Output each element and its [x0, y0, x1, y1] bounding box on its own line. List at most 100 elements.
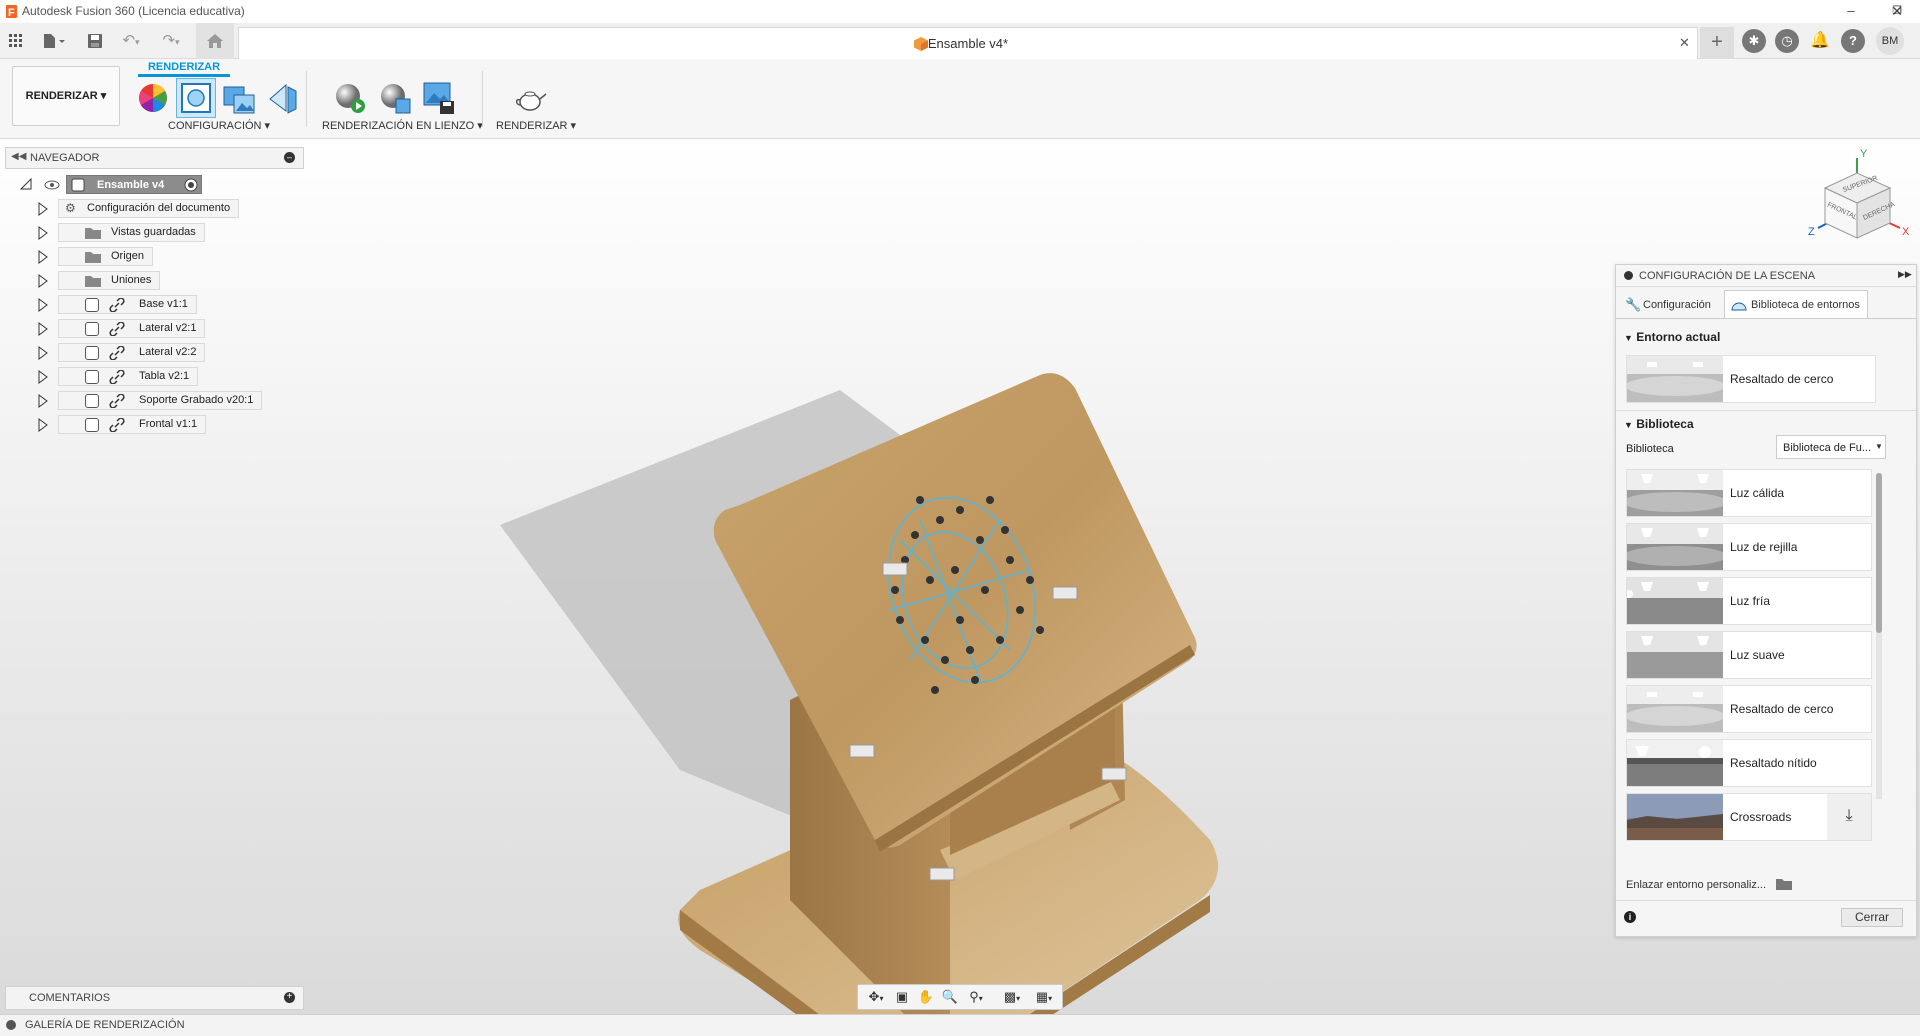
extensions-icon[interactable]: ✱ [1742, 29, 1766, 53]
tree-root-row[interactable]: Ensamble v4 [20, 175, 320, 195]
navigator-item-chip[interactable]: ⚙ Configuración del documento [58, 199, 240, 218]
tab-renderizar[interactable]: RENDERIZAR [138, 59, 230, 77]
pan-icon[interactable]: ✋ [916, 988, 936, 1006]
expand-triangle-icon[interactable] [38, 226, 48, 240]
in-canvas-render-icon[interactable] [333, 81, 367, 115]
root-chip[interactable]: Ensamble v4 [66, 175, 202, 194]
navigator-item-chip[interactable]: Frontal v1:1 [58, 415, 207, 434]
zoom-icon[interactable]: 🔍 [940, 988, 960, 1006]
navigator-minimize-icon[interactable]: – [284, 152, 295, 163]
navigator-item-chip[interactable]: Lateral v2:2 [58, 343, 206, 362]
navigator-panel-header[interactable]: ◀◀ NAVEGADOR – [5, 147, 304, 169]
navigator-item-chip[interactable]: Origen [58, 247, 154, 266]
navigator-item-chip[interactable]: Base v1:1 [58, 295, 197, 314]
help-icon[interactable]: ? [1841, 29, 1865, 53]
scrollbar-thumb[interactable] [1876, 473, 1882, 633]
navigator-item[interactable]: Origen [20, 247, 320, 267]
appearance-icon[interactable] [136, 81, 170, 115]
add-comment-icon[interactable]: + [284, 992, 295, 1003]
navigator-item[interactable]: Tabla v2:1 [20, 367, 320, 387]
current-env-section[interactable]: ▼ Entorno actual [1624, 330, 1720, 344]
gallery-toggle-icon[interactable] [6, 1020, 16, 1030]
navigator-item-chip[interactable]: Soporte Grabado v20:1 [58, 391, 263, 410]
texture-map-icon[interactable] [222, 81, 256, 115]
decal-icon[interactable] [266, 81, 300, 115]
navigator-item[interactable]: Uniones [20, 271, 320, 291]
link-custom-env[interactable]: Enlazar entorno personaliz... [1626, 879, 1766, 891]
navigator-item[interactable]: Base v1:1 [20, 295, 320, 315]
collapse-triangle-icon[interactable] [20, 178, 32, 190]
expand-triangle-icon[interactable] [38, 370, 48, 384]
info-icon[interactable]: i [1624, 911, 1636, 923]
group-label-configuracion[interactable]: CONFIGURACIÓN ▾ [168, 119, 270, 132]
navigator-item-chip[interactable]: Lateral v2:1 [58, 319, 206, 338]
expand-triangle-icon[interactable] [38, 418, 48, 432]
grid-apps-icon[interactable] [5, 30, 27, 52]
environment-list[interactable]: Luz cálida Luz de rejilla Luz fría Luz suav… [1616, 465, 1886, 841]
environment-item[interactable]: Resaltado nítido [1626, 739, 1872, 787]
navigator-item[interactable]: Lateral v2:2 [20, 343, 320, 363]
capture-image-icon[interactable] [422, 81, 456, 115]
workspace-switcher[interactable]: RENDERIZAR ▾ [12, 66, 120, 126]
environment-item[interactable]: Luz fría [1626, 577, 1872, 625]
in-canvas-settings-icon[interactable] [378, 81, 412, 115]
collapse-panel-icon[interactable]: ◀◀ [11, 151, 26, 162]
render-teapot-icon[interactable] [514, 81, 548, 115]
close-tab-icon[interactable]: ✕ [1679, 35, 1690, 51]
scene-minimize-icon[interactable] [1624, 271, 1633, 280]
file-menu-icon[interactable] [38, 30, 70, 52]
render-gallery-bar[interactable]: GALERÍA DE RENDERIZACIÓN [0, 1014, 1920, 1036]
activate-radio-icon[interactable] [184, 178, 198, 192]
expand-triangle-icon[interactable] [38, 322, 48, 336]
look-at-icon[interactable]: ▣ [892, 988, 912, 1006]
scene-settings-button[interactable] [176, 78, 216, 118]
download-icon[interactable]: ⤓ [1827, 794, 1871, 840]
display-settings-icon[interactable]: ▩▾ [998, 988, 1026, 1006]
save-icon[interactable] [84, 30, 106, 52]
navigator-item[interactable]: ⚙ Configuración del documento [20, 199, 320, 219]
redo-icon[interactable]: ↷▾ [156, 30, 186, 52]
grid-settings-icon[interactable]: ▦▾ [1030, 988, 1058, 1006]
navigator-item[interactable]: Lateral v2:1 [20, 319, 320, 339]
close-window-button[interactable]: ✕ [1874, 0, 1920, 23]
current-env-card[interactable]: Resaltado de cerco [1626, 355, 1876, 403]
env-list-scrollbar[interactable] [1876, 473, 1882, 799]
navigator-item-chip[interactable]: Vistas guardadas [58, 223, 205, 242]
expand-panel-icon[interactable]: ▶▶ [1898, 269, 1912, 280]
document-tab[interactable]: Ensamble v4* ✕ [238, 27, 1698, 59]
environment-item[interactable]: Resaltado de cerco [1626, 685, 1872, 733]
navigator-item-chip[interactable]: Uniones [58, 271, 161, 290]
expand-triangle-icon[interactable] [38, 250, 48, 264]
fit-icon[interactable]: ⚲▾ [962, 988, 990, 1006]
orbit-icon[interactable]: ✥▾ [862, 988, 890, 1006]
comments-panel[interactable]: COMENTARIOS + [5, 986, 304, 1010]
expand-triangle-icon[interactable] [38, 274, 48, 288]
environment-item[interactable]: Luz de rejilla [1626, 523, 1872, 571]
close-button[interactable]: Cerrar [1841, 908, 1903, 927]
home-button[interactable] [196, 23, 234, 59]
environment-item[interactable]: Crossroads ⤓ [1626, 793, 1872, 841]
tab-configuracion[interactable]: 🔧 Configuración [1621, 292, 1726, 318]
navigator-item[interactable]: Vistas guardadas [20, 223, 320, 243]
library-select[interactable]: Biblioteca de Fu... ▼ [1776, 435, 1886, 459]
notifications-icon[interactable]: 🔔 [1808, 29, 1832, 53]
user-avatar[interactable]: BM [1876, 27, 1904, 55]
navigator-item[interactable]: Soporte Grabado v20:1 [20, 391, 320, 411]
environment-item[interactable]: Luz cálida [1626, 469, 1872, 517]
tab-biblioteca-entornos[interactable]: Biblioteca de entornos [1724, 290, 1868, 318]
expand-triangle-icon[interactable] [38, 298, 48, 312]
expand-triangle-icon[interactable] [38, 202, 48, 216]
group-label-renderizacion-lienzo[interactable]: RENDERIZACIÓN EN LIENZO ▾ [322, 119, 483, 132]
library-section[interactable]: ▼ Biblioteca [1624, 417, 1694, 431]
folder-icon[interactable] [1776, 877, 1792, 890]
navigator-item[interactable]: Frontal v1:1 [20, 415, 320, 435]
expand-triangle-icon[interactable] [38, 394, 48, 408]
expand-triangle-icon[interactable] [38, 346, 48, 360]
new-tab-button[interactable]: + [1700, 27, 1734, 59]
environment-item[interactable]: Luz suave [1626, 631, 1872, 679]
job-status-icon[interactable]: ◷ [1775, 29, 1799, 53]
minimize-button[interactable]: – [1828, 0, 1874, 23]
navigator-item-chip[interactable]: Tabla v2:1 [58, 367, 199, 386]
eye-icon[interactable] [44, 180, 60, 190]
view-cube[interactable]: Y X Z SUPERIOR FRONTAL DERECHA [1800, 148, 1915, 248]
